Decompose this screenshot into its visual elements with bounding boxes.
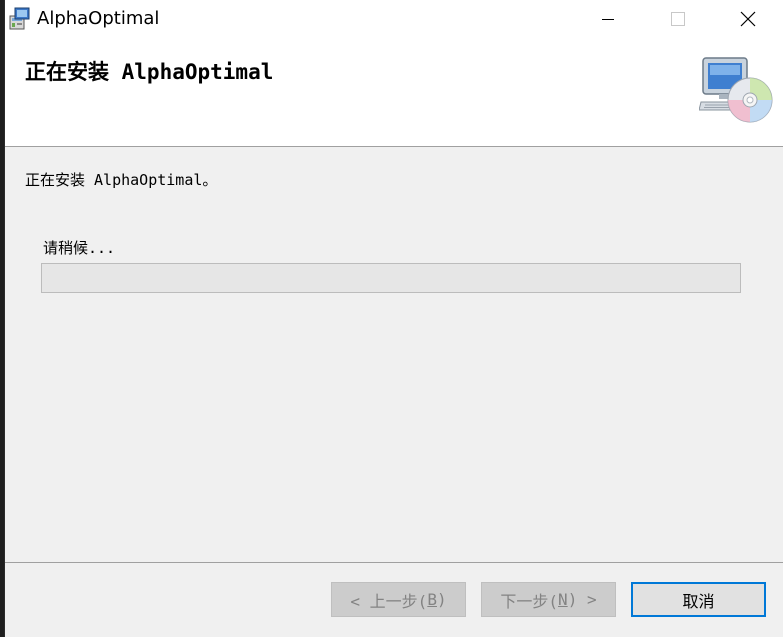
back-button[interactable]: < 上一步(B) xyxy=(331,582,466,617)
cancel-button[interactable]: 取消 xyxy=(631,582,766,617)
close-button[interactable] xyxy=(713,0,783,38)
installer-window: AlphaOptimal 正在安装 AlphaOptimal 正在安装 Alph… xyxy=(4,0,783,637)
maximize-button xyxy=(643,0,713,38)
close-icon xyxy=(740,11,756,27)
next-button-label-prefix: 下一步( xyxy=(500,591,559,611)
page-title: 正在安装 AlphaOptimal xyxy=(25,60,274,84)
back-button-label-prefix: < 上一步( xyxy=(350,591,428,611)
cancel-button-label: 取消 xyxy=(682,591,715,611)
window-title: AlphaOptimal xyxy=(37,8,160,29)
next-button-label-suffix: ) > xyxy=(567,590,597,609)
install-status-text: 正在安装 AlphaOptimal。 xyxy=(25,171,218,189)
footer-divider xyxy=(5,562,783,563)
back-button-label-suffix: ) xyxy=(436,590,447,609)
minimize-button[interactable] xyxy=(573,0,643,38)
next-button-mnemonic: N xyxy=(558,590,568,609)
minimize-icon xyxy=(602,19,614,20)
installer-app-icon xyxy=(9,7,30,30)
next-button[interactable]: 下一步(N) > xyxy=(481,582,616,617)
wait-label: 请稍候... xyxy=(43,239,116,257)
back-button-mnemonic: B xyxy=(427,590,437,609)
title-bar[interactable]: AlphaOptimal xyxy=(5,0,783,38)
install-progress-bar xyxy=(41,263,741,293)
installer-header: 正在安装 AlphaOptimal xyxy=(5,38,783,147)
computer-cd-icon xyxy=(699,57,773,123)
maximize-icon xyxy=(671,12,685,26)
